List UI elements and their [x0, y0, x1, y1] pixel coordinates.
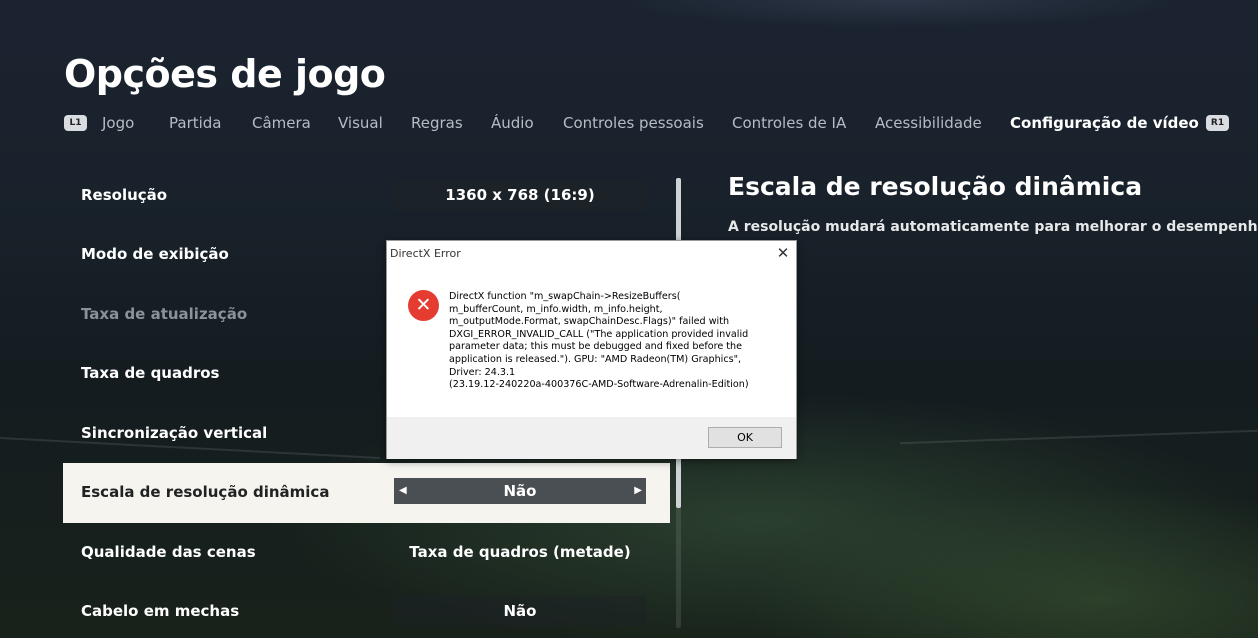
- r1-button-hint[interactable]: R1: [1206, 115, 1229, 131]
- setting-value-cabelo-em-mechas[interactable]: Não: [394, 596, 646, 626]
- tab-controles-de-ia[interactable]: Controles de IA: [732, 114, 846, 132]
- dialog-title: DirectX Error: [390, 247, 461, 260]
- dialog-message: DirectX function "m_swapChain->ResizeBuf…: [449, 291, 749, 391]
- tab-camera[interactable]: Câmera: [252, 114, 311, 132]
- tab-visual[interactable]: Visual: [338, 114, 383, 132]
- tab-jogo[interactable]: Jogo: [102, 114, 134, 132]
- setting-label: Escala de resolução dinâmica: [81, 483, 330, 501]
- tab-configuracao-de-video[interactable]: Configuração de vídeo: [1010, 114, 1199, 132]
- directx-error-dialog: DirectX Error ✕ ✕ DirectX function "m_sw…: [386, 240, 797, 459]
- setting-row-cabelo-em-mechas[interactable]: Cabelo em mechas Não: [63, 582, 670, 638]
- setting-value-qualidade-das-cenas[interactable]: Taxa de quadros (metade): [394, 537, 646, 567]
- setting-row-escala-de-resolucao-dinamica[interactable]: Escala de resolução dinâmica ◀ Não ▶: [63, 463, 670, 523]
- tab-partida[interactable]: Partida: [169, 114, 222, 132]
- setting-row-resolucao[interactable]: Resolução 1360 x 768 (16:9): [63, 166, 670, 226]
- tab-audio[interactable]: Áudio: [491, 114, 534, 132]
- description-text: A resolução mudará automaticamente para …: [728, 219, 1258, 235]
- setting-label: Taxa de atualização: [81, 305, 248, 323]
- description-title: Escala de resolução dinâmica: [728, 172, 1143, 201]
- l1-button-hint[interactable]: L1: [64, 115, 87, 131]
- arrow-left-icon[interactable]: ◀: [399, 478, 407, 504]
- pitch-line-decoration: [900, 429, 1258, 445]
- setting-value-escala-de-resolucao[interactable]: ◀ Não ▶: [394, 478, 646, 504]
- tab-acessibilidade[interactable]: Acessibilidade: [875, 114, 982, 132]
- setting-label: Modo de exibição: [81, 245, 229, 263]
- page-title: Opções de jogo: [64, 52, 386, 96]
- setting-label: Sincronização vertical: [81, 424, 268, 442]
- ok-button[interactable]: OK: [708, 427, 782, 448]
- error-icon: ✕: [408, 290, 439, 321]
- setting-value-text: Não: [503, 482, 537, 500]
- setting-label: Cabelo em mechas: [81, 602, 240, 620]
- setting-label: Qualidade das cenas: [81, 543, 256, 561]
- setting-label: Resolução: [81, 186, 168, 204]
- close-icon[interactable]: ✕: [773, 243, 793, 263]
- tab-regras[interactable]: Regras: [411, 114, 463, 132]
- arrow-right-icon[interactable]: ▶: [634, 478, 642, 504]
- setting-label: Taxa de quadros: [81, 364, 220, 382]
- stadium-lights-backdrop: [0, 0, 1258, 60]
- setting-value-resolucao[interactable]: 1360 x 768 (16:9): [394, 180, 646, 210]
- setting-row-qualidade-das-cenas[interactable]: Qualidade das cenas Taxa de quadros (met…: [63, 523, 670, 583]
- tab-controles-pessoais[interactable]: Controles pessoais: [563, 114, 704, 132]
- dialog-footer: OK: [387, 417, 796, 459]
